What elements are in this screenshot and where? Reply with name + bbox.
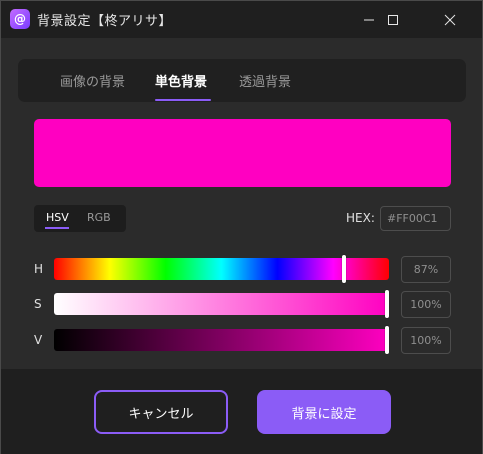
- close-icon: [444, 14, 456, 25]
- maximize-icon: [388, 14, 398, 25]
- dialog-window: @ 背景設定【柊アリサ】 画像の背景 単色背景 透過背景 HSV RGB HEX…: [0, 0, 483, 454]
- value-label: V: [34, 333, 43, 347]
- value-slider-thumb[interactable]: [385, 326, 389, 354]
- close-button[interactable]: [426, 1, 474, 38]
- hue-label: H: [34, 262, 44, 276]
- mode-hsv[interactable]: HSV: [46, 211, 69, 224]
- maximize-button[interactable]: [369, 1, 417, 38]
- saturation-slider-thumb[interactable]: [385, 290, 389, 318]
- cancel-button[interactable]: キャンセル: [94, 390, 228, 434]
- active-tab-indicator: [155, 99, 211, 101]
- mode-rgb[interactable]: RGB: [87, 211, 111, 224]
- saturation-slider[interactable]: [54, 290, 389, 318]
- background-type-tabs: 画像の背景 単色背景 透過背景: [18, 59, 466, 102]
- hue-value[interactable]: 87%: [401, 256, 451, 283]
- hue-slider-thumb[interactable]: [342, 255, 346, 283]
- title-bar[interactable]: @ 背景設定【柊アリサ】: [1, 1, 482, 38]
- color-preview: [34, 119, 451, 187]
- color-mode-toggle: HSV RGB: [34, 205, 126, 232]
- tab-image-background[interactable]: 画像の背景: [60, 71, 125, 90]
- saturation-label: S: [34, 297, 42, 311]
- saturation-value[interactable]: 100%: [401, 291, 451, 318]
- hue-slider[interactable]: [54, 255, 389, 283]
- tab-solid-color[interactable]: 単色背景: [155, 71, 207, 90]
- window-title: 背景設定【柊アリサ】: [37, 14, 173, 29]
- dialog-footer: キャンセル 背景に設定: [1, 369, 482, 454]
- app-logo-icon: @: [10, 9, 30, 29]
- set-background-button[interactable]: 背景に設定: [257, 390, 391, 434]
- value-value[interactable]: 100%: [401, 327, 451, 354]
- value-slider[interactable]: [54, 326, 389, 354]
- hex-input[interactable]: [380, 206, 451, 231]
- tab-transparent[interactable]: 透過背景: [239, 71, 291, 90]
- hex-label: HEX:: [346, 211, 375, 225]
- active-mode-indicator: [45, 227, 69, 229]
